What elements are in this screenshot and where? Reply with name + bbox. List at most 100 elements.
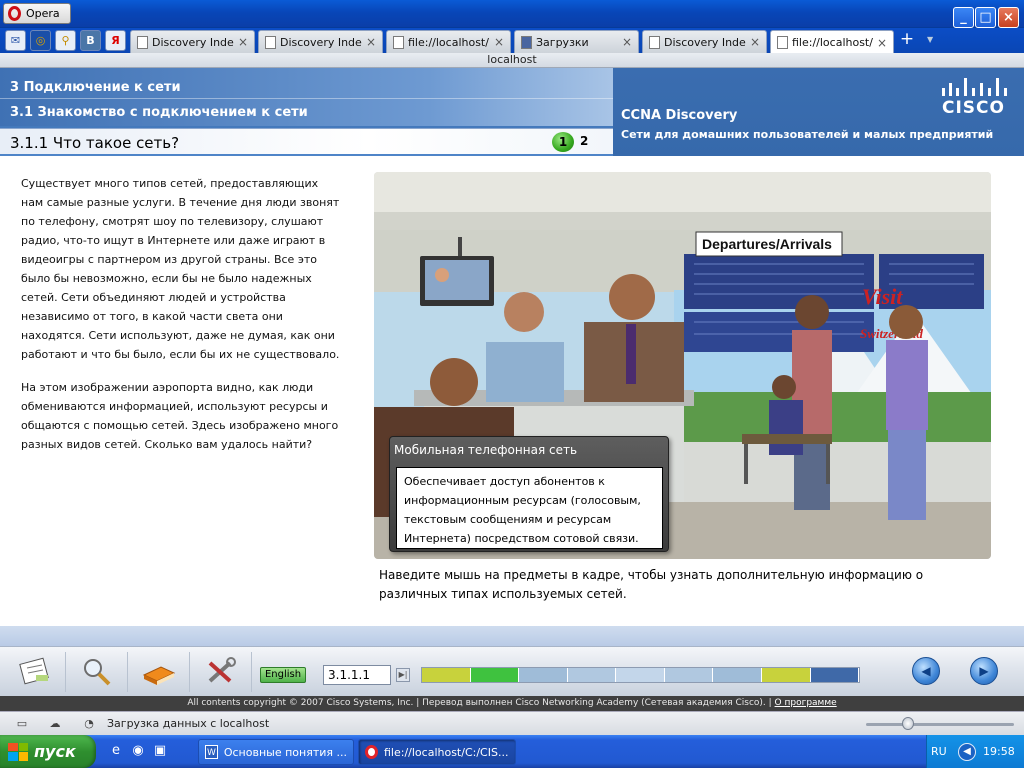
brand-title: CCNA Discovery bbox=[621, 108, 738, 123]
tab-close-icon[interactable]: × bbox=[366, 35, 376, 49]
book-icon bbox=[142, 666, 175, 685]
panel-toggle-icon[interactable]: ▭ bbox=[15, 717, 29, 730]
magnifier-icon bbox=[83, 659, 110, 686]
progress-segment[interactable] bbox=[664, 668, 714, 682]
app-name: Opera bbox=[26, 7, 60, 20]
task-word-document[interactable]: W Основные понятия ... bbox=[198, 739, 354, 765]
tab-discovery-index-1[interactable]: Discovery Index × bbox=[130, 30, 255, 53]
media-icon[interactable]: ▣ bbox=[152, 743, 168, 759]
chapter-panel: 3 Подключение к сети 3.1 Знакомство с по… bbox=[0, 68, 613, 126]
cisco-logo-text: CISCO bbox=[942, 98, 1005, 118]
start-button[interactable]: пуск bbox=[0, 735, 96, 768]
opera-icon bbox=[365, 745, 378, 759]
tray-app-icon[interactable]: ◀ bbox=[958, 743, 976, 761]
windows-logo-icon bbox=[8, 742, 28, 761]
lesson-content: Существует много типов сетей, предоставл… bbox=[0, 156, 1024, 626]
copyright-bar: All contents copyright © 2007 Cisco Syst… bbox=[0, 696, 1024, 711]
tab-close-icon[interactable]: × bbox=[494, 35, 504, 49]
section-title: 3.1 Знакомство с подключением к сети bbox=[10, 105, 308, 120]
vk-icon[interactable]: В bbox=[80, 30, 101, 51]
progress-segment[interactable] bbox=[616, 668, 665, 682]
minimize-button[interactable]: _ bbox=[953, 7, 974, 28]
opera-link-icon[interactable]: ◎ bbox=[30, 30, 51, 51]
glossary-button[interactable] bbox=[4, 652, 66, 692]
page-number-field[interactable] bbox=[323, 665, 391, 685]
chrome-icon[interactable]: ◉ bbox=[130, 743, 146, 759]
yandex-icon[interactable]: Я bbox=[105, 30, 126, 51]
content-footer-band bbox=[0, 626, 1024, 646]
tab-close-icon[interactable]: × bbox=[622, 35, 632, 49]
tab-file-localhost-1[interactable]: file://localhost/... × bbox=[386, 30, 511, 53]
page-title-bar: 3.1.1 Что такое сеть? 1 2 bbox=[0, 128, 613, 154]
language-indicator[interactable]: RU bbox=[931, 745, 947, 758]
word-icon: W bbox=[205, 745, 218, 759]
start-label: пуск bbox=[34, 742, 76, 761]
address-display[interactable]: localhost bbox=[0, 53, 1024, 68]
mail-icon[interactable]: ✉ bbox=[5, 30, 26, 51]
chapter-title: 3 Подключение к сети bbox=[10, 80, 181, 95]
tab-close-icon[interactable]: × bbox=[877, 36, 887, 50]
next-page-button[interactable]: ▶ bbox=[970, 657, 998, 685]
tools-button[interactable] bbox=[190, 652, 252, 692]
tab-menu-icon[interactable]: ▼ bbox=[927, 35, 933, 44]
departures-sign[interactable]: Departures/Arrivals bbox=[702, 236, 832, 252]
maximize-button[interactable]: □ bbox=[975, 7, 996, 28]
progress-segment[interactable] bbox=[761, 668, 811, 682]
page-title: 3.1.1 Что такое сеть? bbox=[10, 134, 180, 152]
progress-segment[interactable] bbox=[519, 668, 568, 682]
tab-discovery-index-2[interactable]: Discovery Index × bbox=[258, 30, 383, 53]
arrow-left-icon: ◀ bbox=[921, 664, 931, 678]
tab-close-icon[interactable]: × bbox=[238, 35, 248, 49]
tools-icon bbox=[208, 657, 236, 683]
browser-status-bar: ▭ ☁ ◔ Загрузка данных с localhost bbox=[0, 711, 1024, 735]
tab-file-localhost-active[interactable]: file://localhost/... × bbox=[770, 30, 894, 54]
page-1-button[interactable]: 1 bbox=[552, 132, 574, 152]
course-progress-bar[interactable] bbox=[421, 667, 860, 683]
intro-paragraph: Существует много типов сетей, предоставл… bbox=[21, 177, 340, 361]
previous-page-button[interactable]: ◀ bbox=[912, 657, 940, 685]
task-opera-window[interactable]: file://localhost/C:/CIS... bbox=[358, 739, 516, 765]
course-header: 3 Подключение к сети 3.1 Знакомство с по… bbox=[0, 68, 1024, 156]
mobile-network-tooltip: Мобильная телефонная сеть Обеспечивает д… bbox=[389, 436, 669, 552]
new-tab-button[interactable]: + bbox=[898, 31, 916, 49]
opera-logo-icon bbox=[8, 6, 21, 21]
language-button[interactable]: English bbox=[260, 667, 306, 683]
brand-subtitle: Сети для домашних пользователей и малых … bbox=[621, 128, 994, 141]
progress-segment[interactable] bbox=[713, 668, 762, 682]
arrow-right-icon: ▶ bbox=[979, 664, 989, 678]
speed-dial-icon[interactable]: ◔ bbox=[82, 717, 96, 730]
cloud-icon[interactable]: ☁ bbox=[48, 717, 62, 730]
clock: 19:58 bbox=[983, 745, 1015, 758]
download-icon bbox=[521, 35, 532, 49]
page-icon bbox=[393, 35, 404, 49]
page-icon bbox=[777, 36, 788, 49]
tab-close-icon[interactable]: × bbox=[750, 35, 760, 49]
airport-paragraph: На этом изображении аэропорта видно, как… bbox=[21, 381, 339, 451]
progress-segment[interactable] bbox=[470, 668, 520, 682]
progress-segment[interactable] bbox=[810, 668, 860, 682]
course-book-button[interactable] bbox=[128, 652, 190, 692]
search-icon[interactable]: ⚲ bbox=[55, 30, 76, 51]
window-title-bar: Opera _ □ × bbox=[0, 0, 1024, 28]
zoom-slider-handle[interactable] bbox=[902, 717, 914, 730]
tooltip-body: Обеспечивает доступ абонентов к информац… bbox=[396, 467, 663, 549]
divider bbox=[0, 98, 613, 99]
progress-segment[interactable] bbox=[422, 668, 471, 682]
zoom-slider-track[interactable] bbox=[866, 723, 1014, 726]
visit-poster: Visit bbox=[862, 284, 903, 309]
brand-panel: CCNA Discovery Сети для домашних пользов… bbox=[613, 68, 1024, 156]
progress-segment[interactable] bbox=[567, 668, 617, 682]
search-button[interactable] bbox=[66, 652, 128, 692]
tab-downloads[interactable]: Загрузки × bbox=[514, 30, 639, 53]
close-window-button[interactable]: × bbox=[998, 7, 1019, 28]
about-link[interactable]: О программе bbox=[775, 698, 837, 708]
opera-menu-button[interactable]: Opera bbox=[3, 3, 71, 24]
windows-taskbar: пуск e ◉ ▣ W Основные понятия ... file:/… bbox=[0, 735, 1024, 768]
page-icon bbox=[265, 35, 276, 49]
screen: Opera _ □ × ✉ ◎ ⚲ В Я Discovery Index × … bbox=[0, 0, 1024, 768]
tab-discovery-index-3[interactable]: Discovery Index × bbox=[642, 30, 767, 53]
ie-icon[interactable]: e bbox=[108, 743, 124, 759]
page-2-button[interactable]: 2 bbox=[580, 134, 588, 148]
go-to-page-button[interactable]: ▶| bbox=[396, 668, 410, 682]
status-text: Загрузка данных с localhost bbox=[107, 717, 270, 730]
